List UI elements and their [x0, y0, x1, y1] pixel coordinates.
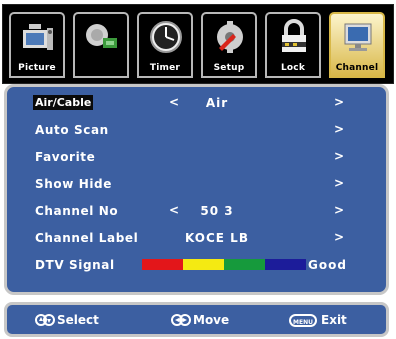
monitor-icon — [344, 23, 372, 51]
menu-row-favorite[interactable]: Favorite > — [7, 145, 386, 171]
clock-icon — [150, 21, 182, 53]
signal-segment — [224, 259, 265, 270]
lock-icon — [282, 19, 306, 52]
move-hint: Move — [171, 313, 229, 327]
tab-timer[interactable]: Timer — [137, 12, 193, 78]
row-label: DTV Signal — [35, 258, 115, 272]
menu-row-channel-no[interactable]: Channel No < 50 3 > — [7, 199, 386, 225]
row-label: Favorite — [35, 150, 96, 164]
row-value: 50 3 — [200, 204, 234, 218]
arrow-right-icon[interactable]: > — [334, 230, 344, 244]
channel-menu-panel: Air/Cable < Air > Auto Scan > Favorite >… — [4, 84, 389, 295]
tab-label: Picture — [18, 63, 56, 73]
arrow-right-icon[interactable]: > — [334, 149, 344, 163]
row-label: Channel Label — [35, 231, 139, 245]
move-label: Move — [193, 313, 230, 327]
tab-bar: Picture Timer Setup Lock Channel — [2, 4, 394, 84]
row-label: Channel No — [35, 204, 119, 218]
select-label: Select — [57, 313, 99, 327]
signal-quality-value: Good — [308, 258, 347, 272]
key-hints-bar: Select Move MENU Exit — [4, 302, 389, 337]
tab-channel[interactable]: Channel — [329, 12, 385, 78]
tab-lock[interactable]: Lock — [265, 12, 321, 78]
tab-label: Lock — [280, 63, 306, 73]
signal-strength-bar — [142, 259, 306, 270]
arrow-right-icon[interactable]: > — [334, 122, 344, 136]
menu-row-dtv-signal: DTV Signal Good — [7, 253, 386, 279]
tab-label: Setup — [213, 63, 245, 73]
arrow-right-icon[interactable]: > — [334, 176, 344, 190]
left-right-arrows-icon — [171, 314, 191, 326]
menu-row-channel-label[interactable]: Channel Label KOCE LB > — [7, 226, 386, 252]
tv-osd: Picture Timer Setup Lock Channel Air/Cab… — [0, 0, 396, 339]
row-value: KOCE LB — [185, 231, 249, 245]
tab-sound[interactable] — [73, 12, 129, 78]
tab-picture[interactable]: Picture — [9, 12, 65, 78]
menu-row-show-hide[interactable]: Show Hide > — [7, 172, 386, 198]
menu-row-auto-scan[interactable]: Auto Scan > — [7, 118, 386, 144]
exit-label: Exit — [321, 313, 347, 327]
signal-segment — [142, 259, 183, 270]
tab-label: Timer — [149, 63, 181, 73]
exit-hint[interactable]: MENU Exit — [289, 313, 347, 327]
signal-segment — [265, 259, 306, 270]
row-label: Show Hide — [35, 177, 112, 191]
row-label: Air/Cable — [35, 96, 92, 109]
menu-row-air-cable[interactable]: Air/Cable < Air > — [7, 91, 386, 117]
menu-key-icon: MENU — [289, 313, 317, 327]
row-label: Auto Scan — [35, 123, 109, 137]
tab-label: Channel — [335, 63, 379, 73]
sound-icon — [86, 24, 117, 48]
select-hint: Select — [35, 313, 99, 327]
signal-segment — [183, 259, 224, 270]
selected-row-highlight: Air/Cable — [33, 95, 93, 110]
row-value: Air — [205, 96, 229, 110]
setup-icon — [217, 21, 243, 53]
up-down-arrows-icon — [35, 314, 55, 326]
arrow-right-icon[interactable]: > — [334, 95, 344, 109]
picture-icon — [23, 24, 53, 50]
tab-setup[interactable]: Setup — [201, 12, 257, 78]
arrow-right-icon[interactable]: > — [334, 203, 344, 217]
